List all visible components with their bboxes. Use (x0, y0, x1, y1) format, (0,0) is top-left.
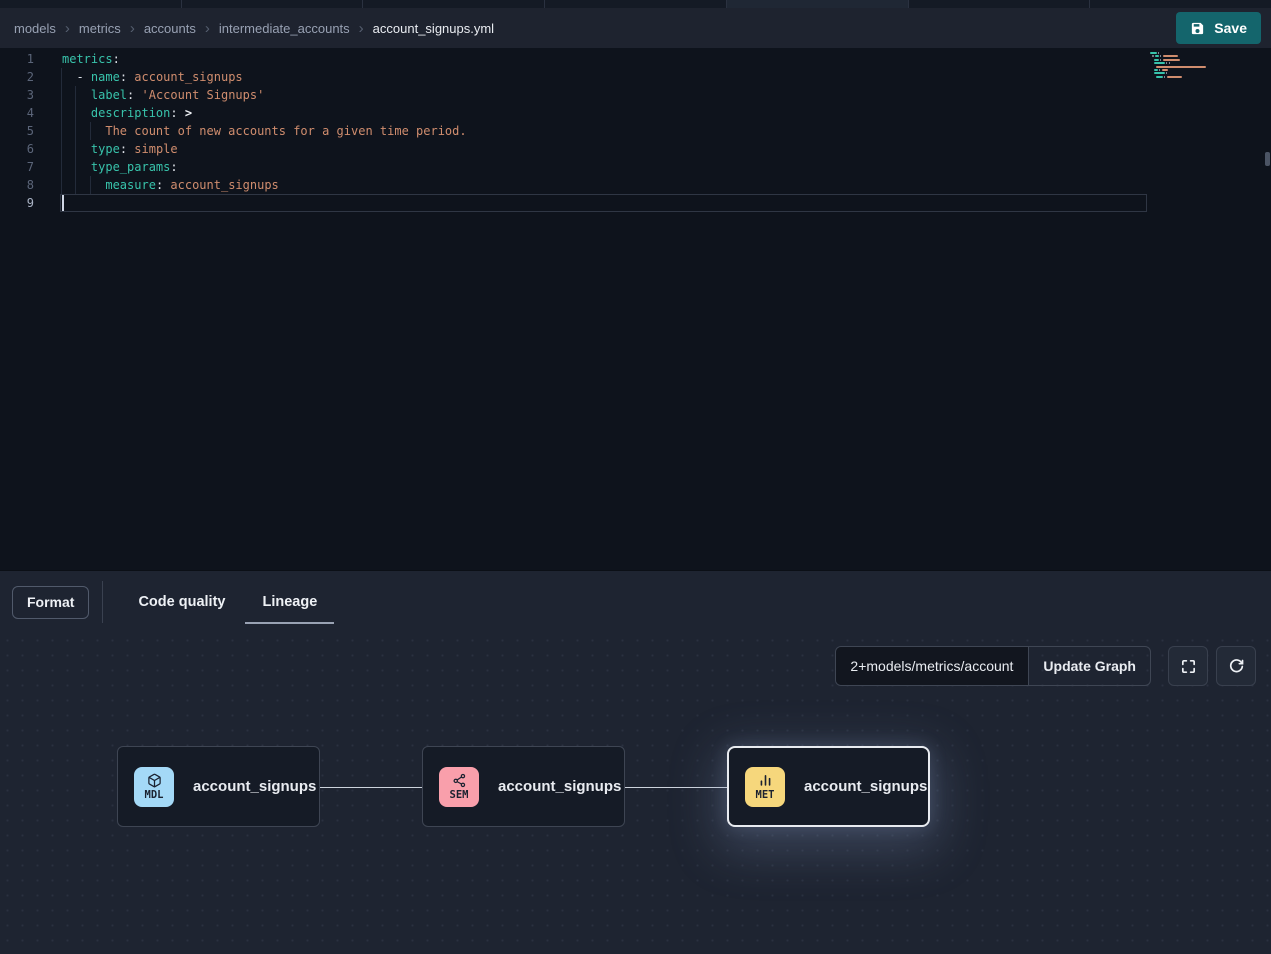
bottom-panel: Format Code quality Lineage Update Graph (0, 570, 1271, 954)
fullscreen-button[interactable] (1168, 646, 1208, 686)
breadcrumb-item-accounts[interactable]: accounts (144, 21, 196, 36)
code-line-9[interactable]: 9 (0, 194, 1271, 212)
editor-scrollbar-thumb[interactable] (1265, 152, 1270, 166)
indent-guide (90, 122, 91, 140)
top-tab-6[interactable] (909, 0, 1091, 8)
indent-guide (75, 122, 76, 140)
code-line-2[interactable]: 2 - name: account_signups (0, 68, 1271, 86)
selector-input[interactable] (836, 647, 1028, 685)
line-number: 7 (0, 158, 34, 176)
lineage-graph[interactable]: Update Graph MDLaccount_sign (0, 633, 1271, 954)
top-tab-5[interactable] (727, 0, 909, 8)
badge-label: SEM (450, 789, 469, 801)
line-number: 3 (0, 86, 34, 104)
breadcrumb-bar: models › metrics › accounts › intermediate_acc… (0, 8, 1271, 48)
save-icon (1190, 21, 1205, 36)
panel-tab-bar: Format Code quality Lineage (0, 571, 1271, 633)
breadcrumb: models › metrics › accounts › intermediate_acc… (14, 21, 494, 36)
code-area: 1metrics:2 - name: account_signups3 labe… (0, 50, 1271, 212)
badge-label: MET (756, 789, 775, 801)
line-number: 6 (0, 140, 34, 158)
indent-guide (61, 176, 62, 194)
breadcrumb-item-models[interactable]: models (14, 21, 56, 36)
line-number: 2 (0, 68, 34, 86)
indent-guide (61, 122, 62, 140)
refresh-icon (1228, 658, 1245, 675)
indent-guide (61, 104, 62, 122)
panel-tabs: Code quality Lineage (103, 571, 319, 633)
indent-guide (75, 158, 76, 176)
tab-code-quality[interactable]: Code quality (136, 571, 227, 633)
indent-guide (61, 140, 62, 158)
chevron-right-icon: › (359, 21, 364, 36)
code-line-6[interactable]: 6 type: simple (0, 140, 1271, 158)
breadcrumb-item-intermediate_accounts[interactable]: intermediate_accounts (219, 21, 350, 36)
code-line-1[interactable]: 1metrics: (0, 50, 1271, 68)
chevron-right-icon: › (65, 21, 70, 36)
lineage-node-semantic-model[interactable]: SEM account_signups (422, 746, 625, 827)
indent-guide (61, 158, 62, 176)
chevron-right-icon: › (205, 21, 210, 36)
code-line-7[interactable]: 7 type_params: (0, 158, 1271, 176)
top-tab-2[interactable] (182, 0, 364, 8)
indent-guide (90, 176, 91, 194)
network-icon (452, 773, 467, 788)
top-tab-3[interactable] (363, 0, 545, 8)
lineage-edge (320, 787, 422, 789)
lineage-edge (625, 787, 727, 789)
indent-guide (61, 68, 62, 86)
text-cursor (62, 195, 64, 211)
code-line-4[interactable]: 4 description: > (0, 104, 1271, 122)
model-badge: MDL (134, 767, 174, 807)
refresh-button[interactable] (1216, 646, 1256, 686)
indent-guide (75, 104, 76, 122)
top-tab-1[interactable] (0, 0, 182, 8)
code-editor[interactable]: 1metrics:2 - name: account_signups3 labe… (0, 48, 1271, 570)
badge-label: MDL (145, 789, 164, 801)
top-tab-7[interactable] (1090, 0, 1271, 8)
fullscreen-icon (1180, 658, 1197, 675)
breadcrumb-item-account_signups.yml[interactable]: account_signups.yml (373, 21, 494, 36)
bar-chart-icon (758, 773, 773, 788)
indent-guide (75, 176, 76, 194)
node-label: account_signups (193, 778, 316, 795)
selector-group: Update Graph (835, 646, 1151, 686)
minimap[interactable] (1150, 50, 1265, 190)
semantic-model-badge: SEM (439, 767, 479, 807)
chevron-right-icon: › (130, 21, 135, 36)
lineage-node-model[interactable]: MDL account_signups (117, 746, 320, 827)
node-label: account_signups (804, 778, 927, 795)
code-line-8[interactable]: 8 measure: account_signups (0, 176, 1271, 194)
line-number: 4 (0, 104, 34, 122)
code-line-3[interactable]: 3 label: 'Account Signups' (0, 86, 1271, 104)
code-line-5[interactable]: 5 The count of new accounts for a given … (0, 122, 1271, 140)
lineage-node-metric[interactable]: MET account_signups (727, 746, 930, 827)
top-tab-strip (0, 0, 1271, 8)
top-tab-4[interactable] (545, 0, 727, 8)
line-number: 5 (0, 122, 34, 140)
tab-lineage[interactable]: Lineage (260, 571, 319, 633)
update-graph-button[interactable]: Update Graph (1028, 647, 1150, 685)
line-number: 9 (0, 194, 34, 212)
indent-guide (61, 86, 62, 104)
save-button-label: Save (1214, 20, 1247, 36)
line-number: 8 (0, 176, 34, 194)
indent-guide (75, 86, 76, 104)
save-button[interactable]: Save (1176, 12, 1261, 44)
lineage-controls: Update Graph (835, 646, 1256, 686)
metric-badge: MET (745, 767, 785, 807)
node-label: account_signups (498, 778, 621, 795)
cube-icon (147, 773, 162, 788)
format-button[interactable]: Format (12, 586, 89, 619)
current-line-highlight (60, 194, 1147, 212)
indent-guide (75, 140, 76, 158)
breadcrumb-item-metrics[interactable]: metrics (79, 21, 121, 36)
line-number: 1 (0, 50, 34, 68)
